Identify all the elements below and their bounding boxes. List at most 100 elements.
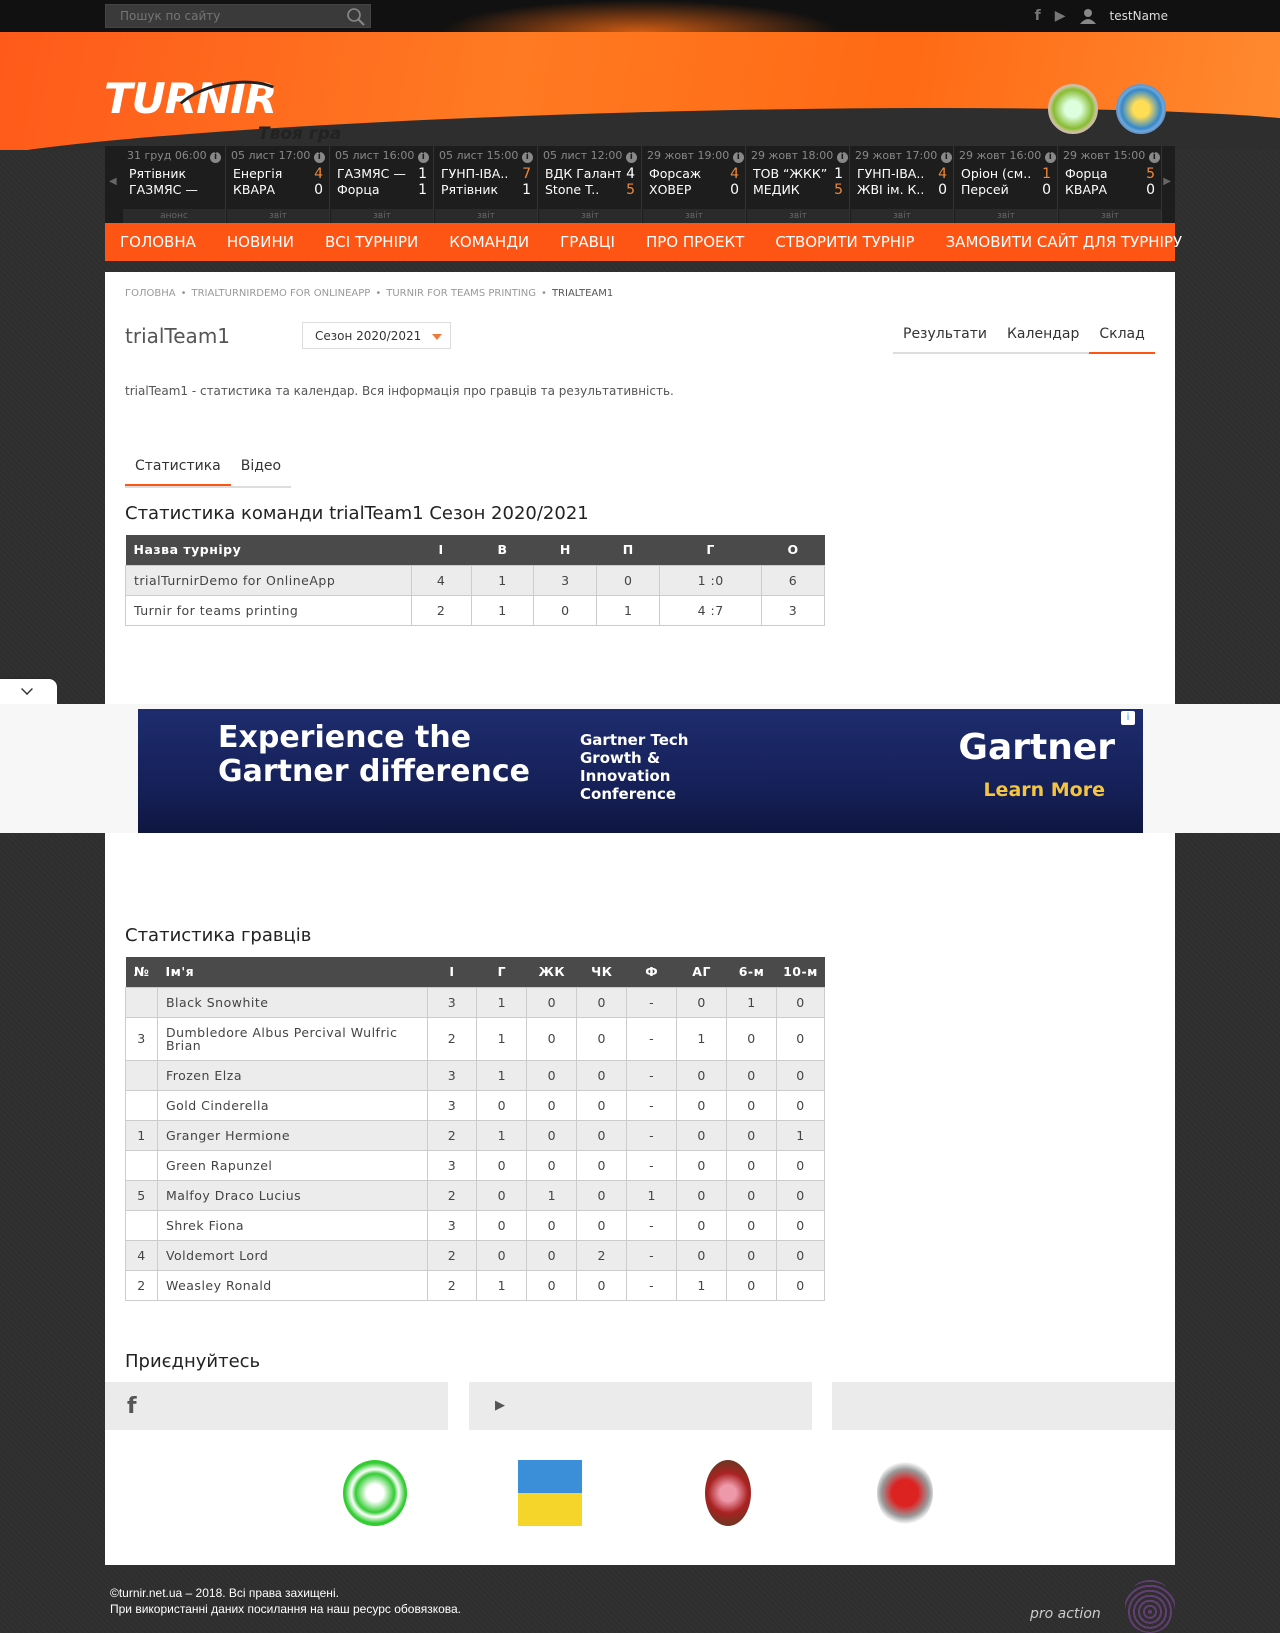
table-cell[interactable]: Malfoy Draco Lucius (156, 1179, 428, 1211)
ad-banner[interactable]: Experience the Gartner difference Gartne… (138, 709, 1143, 833)
table-cell: 0 (726, 1239, 777, 1271)
breadcrumb-item[interactable]: Головна (125, 288, 176, 299)
table-cell[interactable]: Green Rapunzel (156, 1149, 428, 1181)
tab-item[interactable]: Результати (893, 324, 997, 354)
nav-item[interactable]: ГОЛОВНА (105, 233, 211, 251)
nav-item[interactable]: ПРО ПРОЕКТ (630, 233, 759, 251)
match-card[interactable]: 31 груд 06:00 i Рятівник ГАЗМЯС — анонс (123, 146, 226, 223)
match-card[interactable]: 05 лист 15:00 i ГУНП-ІВА.. 7 Рятівник 1 звіт (435, 146, 538, 223)
table-cell: - (626, 1059, 678, 1091)
federation-logo-2[interactable] (1116, 84, 1166, 134)
search-icon[interactable] (346, 7, 366, 27)
search-input[interactable] (106, 5, 336, 27)
info-icon[interactable]: i (417, 152, 429, 163)
tab-item[interactable]: Відео (231, 458, 291, 486)
match-status-link[interactable]: звіт (435, 209, 537, 223)
match-card[interactable]: 05 лист 17:00 i Енергія 4 КВАРА 0 звіт (227, 146, 330, 223)
ad-collapse-toggle[interactable] (0, 679, 57, 705)
match-date: 05 лист 17:00 i (227, 146, 329, 166)
tab-item[interactable]: Статистика (125, 458, 231, 486)
match-date: 05 лист 15:00 i (435, 146, 537, 166)
breadcrumb-item[interactable]: trialTurnirDemo for OnlineApp (192, 288, 371, 299)
partner-logo-2[interactable] (518, 1460, 582, 1526)
match-card[interactable]: 29 жовт 17:00 i ГУНП-ІВА.. 4 ЖВІ ім. К.. 0 зв… (851, 146, 954, 223)
table-cell[interactable]: Frozen Elza (156, 1059, 428, 1091)
match-team2: Stone T.. 5 (539, 182, 641, 198)
info-icon[interactable]: i (940, 152, 952, 163)
match-team1: ВДК Галант 4 (539, 166, 641, 182)
match-team1: ТОВ “ЖКК” 1 (747, 166, 849, 182)
nav-item[interactable]: СТВОРИТИ ТУРНІР (760, 233, 930, 251)
nav-item[interactable]: КОМАНДИ (434, 233, 545, 251)
table-cell: 2 (426, 1119, 478, 1151)
join-other[interactable] (832, 1382, 1175, 1430)
table-cell[interactable]: Turnir for teams printing (125, 594, 412, 626)
info-icon[interactable]: i (210, 152, 222, 163)
info-icon[interactable]: i (1148, 152, 1160, 163)
info-icon[interactable]: i (836, 152, 848, 163)
team-name: ВДК Галант (545, 166, 621, 181)
info-icon[interactable]: i (313, 152, 325, 163)
ad-cta[interactable]: Learn More (983, 779, 1105, 801)
table-cell: 1 (626, 1179, 678, 1211)
nav-item[interactable]: ГРАВЦІ (545, 233, 631, 251)
partner-logo-1[interactable] (343, 1460, 407, 1526)
info-icon[interactable]: i (625, 152, 637, 163)
join-facebook[interactable]: f (105, 1382, 448, 1430)
partner-logo-4[interactable] (877, 1460, 933, 1526)
table-cell: 0 (676, 1179, 728, 1211)
info-icon[interactable]: i (1044, 152, 1056, 163)
match-status-link[interactable]: звіт (643, 209, 745, 223)
youtube-icon[interactable]: ▶ (1055, 8, 1066, 24)
info-icon[interactable]: i (732, 152, 744, 163)
match-team2: КВАРА 0 (227, 182, 329, 198)
match-card[interactable]: 29 жовт 19:00 i Форсаж 4 ХОВЕР 0 звіт (643, 146, 746, 223)
table-cell[interactable]: Shrek Fiona (156, 1209, 428, 1241)
match-status-link[interactable]: звіт (1059, 209, 1161, 223)
facebook-icon[interactable]: f (1035, 8, 1041, 24)
proaction-logo[interactable]: pro action (1030, 1606, 1101, 1622)
match-card[interactable]: 29 жовт 15:00 i Форца 5 КВАРА 0 звіт (1059, 146, 1162, 223)
match-card[interactable]: 29 жовт 18:00 i ТОВ “ЖКК” 1 МЕДИК 5 звіт (747, 146, 850, 223)
ticker-prev-icon[interactable]: ◀ (109, 176, 117, 187)
ticker-next-icon[interactable]: ▶ (1163, 176, 1171, 187)
join-youtube[interactable]: ▶ (469, 1382, 812, 1430)
partner-logo-3[interactable] (705, 1460, 751, 1526)
match-status-link[interactable]: звіт (539, 209, 641, 223)
table-cell: 0 (596, 564, 661, 596)
team-name: ТОВ “ЖКК” (753, 166, 828, 181)
breadcrumb-item[interactable]: Turnir for teams printing (386, 288, 536, 299)
nav-item[interactable]: ВСІ ТУРНІРИ (309, 233, 433, 251)
match-card[interactable]: 05 лист 16:00 i ГАЗМЯС — 1 Форца 1 звіт (331, 146, 434, 223)
site-logo[interactable]: TURNIR Твоя гра (104, 72, 341, 150)
table-cell: 1 (470, 594, 535, 626)
table-cell[interactable]: Voldemort Lord (156, 1239, 428, 1271)
table-cell[interactable]: Granger Hermione (156, 1119, 428, 1151)
match-card[interactable]: 29 жовт 16:00 i Оріон (см.. 1 Персей 0 звіт (955, 146, 1058, 223)
info-icon[interactable]: i (521, 152, 533, 163)
match-team1: Рятівник (123, 166, 225, 182)
match-status-link[interactable]: анонс (123, 209, 225, 223)
team-name: Форца (337, 182, 380, 197)
ad-info-icon[interactable]: i (1121, 711, 1135, 725)
nav-item[interactable]: НОВИНИ (211, 233, 309, 251)
tab-item[interactable]: Склад (1089, 324, 1155, 354)
nav-item[interactable]: ЗАМОВИТИ САЙТ ДЛЯ ТУРНІРУ (930, 233, 1198, 251)
match-status-link[interactable]: звіт (851, 209, 953, 223)
match-status-link[interactable]: звіт (955, 209, 1057, 223)
federation-logo-1[interactable] (1048, 84, 1098, 134)
table-cell[interactable]: Gold Cinderella (156, 1089, 428, 1121)
table-cell[interactable]: Dumbledore Albus Percival Wulfric Brian (156, 1016, 428, 1061)
table-cell[interactable]: Weasley Ronald (156, 1269, 428, 1301)
season-select[interactable]: Сезон 2020/2021 (302, 322, 451, 349)
match-status-link[interactable]: звіт (227, 209, 329, 223)
table-cell[interactable]: Black Snowhite (156, 986, 428, 1018)
match-card[interactable]: 05 лист 12:00 i ВДК Галант 4 Stone T.. 5 звіт (539, 146, 642, 223)
match-status-link[interactable]: звіт (331, 209, 433, 223)
tab-item[interactable]: Календар (997, 324, 1089, 354)
table-cell[interactable]: trialTurnirDemo for OnlineApp (125, 564, 412, 596)
match-status-link[interactable]: звіт (747, 209, 849, 223)
user-name[interactable]: testName (1110, 9, 1168, 23)
user-icon[interactable] (1079, 8, 1096, 24)
match-date: 05 лист 12:00 i (539, 146, 641, 166)
